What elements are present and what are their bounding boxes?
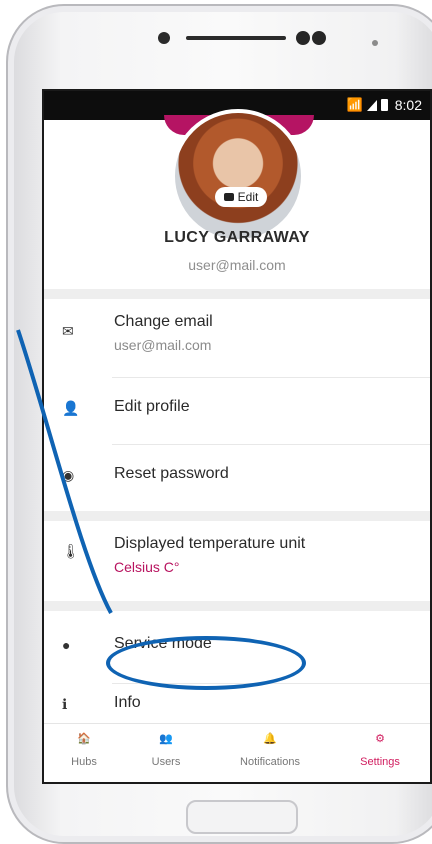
annotation-pointer-line [16,329,113,614]
